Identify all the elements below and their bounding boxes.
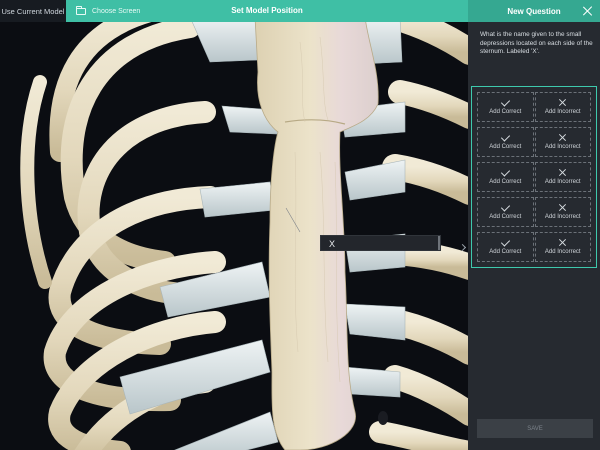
- add-correct-label: Add Correct: [489, 108, 522, 115]
- add-incorrect-button[interactable]: Add Incorrect: [534, 232, 591, 262]
- chevron-right-icon[interactable]: [457, 240, 467, 254]
- top-bar: Use Current Model Set Model Position Cho…: [0, 0, 600, 22]
- choose-screen-label: Choose Screen: [92, 7, 141, 15]
- add-correct-button[interactable]: Add Correct: [477, 127, 534, 157]
- folder-icon: [76, 5, 86, 15]
- check-icon: [500, 166, 510, 177]
- answer-row: Add Correct Add Incorrect: [477, 92, 591, 122]
- add-incorrect-label: Add Incorrect: [544, 179, 581, 185]
- add-incorrect-button[interactable]: Add Incorrect: [534, 162, 591, 192]
- x-icon: [559, 204, 566, 211]
- x-icon: [559, 169, 566, 176]
- x-icon: [559, 134, 566, 141]
- x-icon: [559, 99, 566, 106]
- use-current-model-button[interactable]: Use Current Model: [0, 0, 66, 22]
- save-button[interactable]: SAVE: [477, 419, 593, 438]
- add-correct-label: Add Correct: [489, 213, 522, 220]
- choose-screen-button[interactable]: Choose Screen: [76, 0, 140, 22]
- answer-row: Add Correct Add Incorrect: [477, 197, 591, 227]
- x-icon: [559, 239, 566, 246]
- check-icon: [500, 236, 510, 247]
- add-correct-button[interactable]: Add Correct: [477, 92, 534, 122]
- add-incorrect-button[interactable]: Add Incorrect: [534, 197, 591, 227]
- answer-row: Add Correct Add Incorrect: [477, 127, 591, 157]
- add-incorrect-label: Add Incorrect: [544, 109, 581, 115]
- add-incorrect-button[interactable]: Add Incorrect: [534, 92, 591, 122]
- add-incorrect-label: Add Incorrect: [544, 249, 581, 255]
- answer-row: Add Correct Add Incorrect: [477, 232, 591, 262]
- answers-container: Add Correct Add Incorrect Add Correct Ad…: [471, 86, 597, 268]
- add-correct-label: Add Correct: [489, 248, 522, 255]
- add-incorrect-label: Add Incorrect: [544, 214, 581, 220]
- answer-row: Add Correct Add Incorrect: [477, 162, 591, 192]
- add-correct-label: Add Correct: [489, 143, 522, 150]
- add-incorrect-label: Add Incorrect: [544, 144, 581, 150]
- check-icon: [500, 96, 510, 107]
- question-panel: What is the name given to the small depr…: [468, 22, 600, 450]
- check-icon: [500, 131, 510, 142]
- annotation-label-x[interactable]: X: [320, 235, 441, 251]
- model-viewport[interactable]: X: [0, 22, 468, 450]
- add-correct-button[interactable]: Add Correct: [477, 197, 534, 227]
- add-correct-button[interactable]: Add Correct: [477, 232, 534, 262]
- add-incorrect-button[interactable]: Add Incorrect: [534, 127, 591, 157]
- add-correct-label: Add Correct: [489, 178, 522, 185]
- panel-header: New Question: [468, 0, 600, 22]
- panel-title: New Question: [507, 6, 561, 16]
- add-correct-button[interactable]: Add Correct: [477, 162, 534, 192]
- model-position-header: Set Model Position Choose Screen: [66, 0, 468, 22]
- close-icon[interactable]: [581, 4, 595, 18]
- check-icon: [500, 201, 510, 212]
- question-text: What is the name given to the small depr…: [480, 31, 593, 56]
